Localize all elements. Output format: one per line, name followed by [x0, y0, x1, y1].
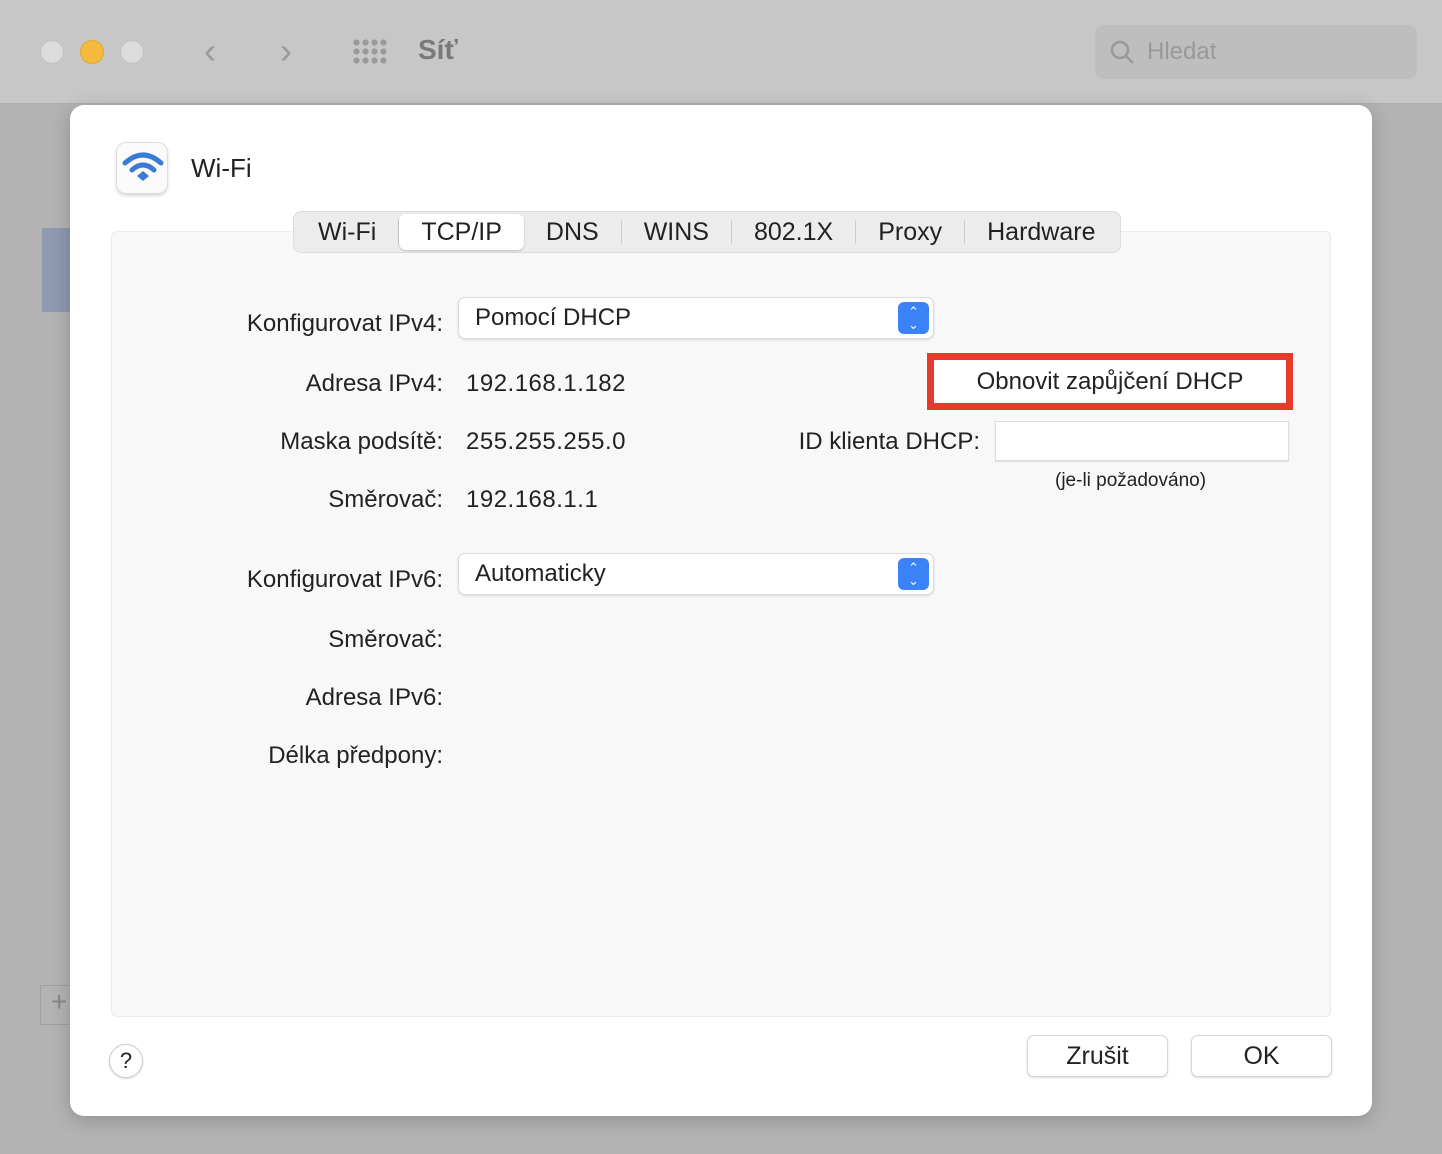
wifi-icon	[116, 142, 168, 194]
tab-bar: Wi-Fi TCP/IP DNS WINS 802.1X Proxy Hardw…	[293, 211, 1121, 253]
cancel-button[interactable]: Zrušit	[1027, 1035, 1168, 1077]
tab-wins[interactable]: WINS	[622, 218, 732, 246]
configure-ipv6-value: Automaticky	[475, 560, 606, 587]
tab-hardware[interactable]: Hardware	[965, 218, 1117, 246]
forward-icon[interactable]: ›	[280, 30, 292, 72]
close-window-button[interactable]	[40, 40, 64, 64]
dhcp-client-id-label: ID klienta DHCP:	[798, 428, 980, 455]
tab-dns[interactable]: DNS	[524, 218, 622, 246]
chevron-updown-icon: ⌃ ⌄	[898, 302, 929, 334]
renew-dhcp-lease-button[interactable]: Obnovit zapůjčení DHCP	[927, 353, 1293, 410]
ipv6-router-label: Směrovač:	[328, 626, 443, 653]
add-service-button[interactable]: +	[40, 985, 72, 1025]
search-placeholder: Hledat	[1147, 38, 1217, 65]
ipv4-address-value: 192.168.1.182	[466, 370, 626, 397]
dhcp-client-id-input[interactable]	[995, 421, 1289, 461]
search-icon	[1110, 40, 1134, 64]
configure-ipv6-select[interactable]: Automaticky ⌃ ⌄	[458, 553, 934, 595]
ipv4-address-label: Adresa IPv4:	[305, 370, 443, 397]
window-title: Síť	[418, 34, 458, 65]
subnet-mask-value: 255.255.255.0	[466, 428, 626, 455]
back-icon[interactable]: ‹	[204, 30, 216, 72]
configure-ipv4-select[interactable]: Pomocí DHCP ⌃ ⌄	[458, 297, 934, 339]
search-field[interactable]: Hledat	[1095, 25, 1417, 79]
prefix-length-label: Délka předpony:	[268, 742, 443, 769]
zoom-window-button[interactable]	[120, 40, 144, 64]
configure-ipv4-value: Pomocí DHCP	[475, 304, 632, 331]
ok-button[interactable]: OK	[1191, 1035, 1332, 1077]
tab-content-panel	[111, 231, 1331, 1017]
tab-proxy[interactable]: Proxy	[856, 218, 966, 246]
title-bar: ‹ › Síť Hledat	[0, 0, 1442, 104]
subnet-mask-label: Maska podsítě:	[280, 428, 443, 455]
tab-wifi[interactable]: Wi-Fi	[296, 218, 400, 246]
show-all-grid-icon[interactable]	[352, 38, 388, 64]
sheet-title: Wi-Fi	[191, 153, 252, 183]
sidebar-selected-item[interactable]	[42, 228, 72, 312]
ipv6-address-label: Adresa IPv6:	[305, 684, 443, 711]
configure-ipv6-label: Konfigurovat IPv6:	[246, 566, 443, 593]
chevron-updown-icon: ⌃ ⌄	[898, 558, 929, 590]
ipv4-router-label: Směrovač:	[328, 486, 443, 513]
minimize-window-button[interactable]	[80, 40, 104, 64]
client-id-hint: (je-li požadováno)	[1055, 470, 1207, 491]
tab-tcpip[interactable]: TCP/IP	[399, 214, 524, 250]
tcpip-sheet: Wi-Fi Wi-Fi TCP/IP DNS WINS 802.1X Proxy…	[70, 105, 1372, 1116]
ipv4-router-value: 192.168.1.1	[466, 486, 599, 513]
help-button[interactable]: ?	[109, 1044, 143, 1078]
configure-ipv4-label: Konfigurovat IPv4:	[246, 310, 443, 337]
tab-8021x[interactable]: 802.1X	[732, 218, 857, 246]
